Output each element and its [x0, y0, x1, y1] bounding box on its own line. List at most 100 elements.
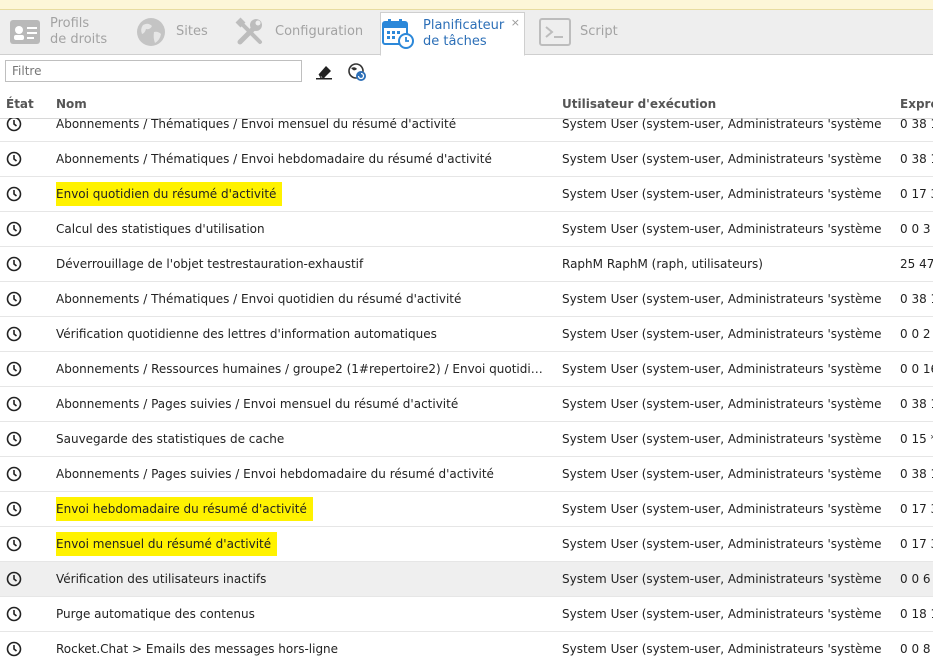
table-row[interactable]: Abonnements / Thématiques / Envoi quotid… — [0, 282, 933, 317]
clock-icon — [4, 247, 24, 281]
tab-script[interactable]: Script — [538, 10, 648, 54]
task-user: System User (system-user, Administrateur… — [562, 467, 882, 481]
table-row[interactable]: Abonnements / Pages suivies / Envoi mens… — [0, 387, 933, 422]
task-name: Calcul des statistiques d'utilisation — [56, 222, 265, 236]
clock-icon — [4, 177, 24, 211]
table-row[interactable]: Abonnements / Thématiques / Envoi mensue… — [0, 118, 933, 142]
task-expression: 0 0 2 * — [900, 327, 933, 341]
task-user: System User (system-user, Administrateur… — [562, 607, 882, 621]
task-expression: 0 38 1 — [900, 292, 933, 306]
task-user: System User (system-user, Administrateur… — [562, 222, 882, 236]
tab-label: Sites — [176, 24, 208, 39]
task-user: System User (system-user, Administrateur… — [562, 327, 882, 341]
task-expression: 0 38 1 — [900, 118, 933, 131]
table-row[interactable]: Envoi hebdomadaire du résumé d'activité S… — [0, 492, 933, 527]
clock-icon — [4, 142, 24, 176]
clock-icon — [4, 527, 24, 561]
tab-bar: Profils de droits Sites Configuration Pl… — [0, 10, 933, 56]
clock-icon — [4, 212, 24, 246]
task-name: Abonnements / Thématiques / Envoi quotid… — [56, 292, 462, 306]
clock-icon — [4, 492, 24, 526]
task-user: System User (system-user, Administrateur… — [562, 397, 882, 411]
task-expression: 0 0 8 * — [900, 642, 933, 656]
table-row[interactable]: Envoi quotidien du résumé d'activité Syst… — [0, 177, 933, 212]
table-row[interactable]: Abonnements / Ressources humaines / grou… — [0, 352, 933, 387]
clock-icon — [4, 317, 24, 351]
toolbar — [0, 55, 933, 91]
table-row[interactable]: Vérification des utilisateurs inactifs Sy… — [0, 562, 933, 597]
clock-icon — [4, 597, 24, 631]
table-row[interactable]: Abonnements / Pages suivies / Envoi hebd… — [0, 457, 933, 492]
table-row[interactable]: Purge automatique des contenus System Use… — [0, 597, 933, 632]
tab-label: Script — [580, 24, 618, 39]
task-name: Abonnements / Pages suivies / Envoi hebd… — [56, 467, 494, 481]
task-expression: 0 38 1 — [900, 467, 933, 481]
clock-icon — [4, 562, 24, 596]
task-name: Abonnements / Pages suivies / Envoi mens… — [56, 397, 459, 411]
task-expression: 0 0 6 1 — [900, 572, 933, 586]
task-expression: 0 18 1 — [900, 607, 933, 621]
tools-icon — [233, 16, 267, 48]
task-name: Vérification quotidienne des lettres d'i… — [56, 327, 437, 341]
task-name: Déverrouillage de l'objet testrestaurati… — [56, 257, 364, 271]
column-header-state[interactable]: État — [6, 97, 34, 111]
task-name: Vérification des utilisateurs inactifs — [56, 572, 267, 586]
id-card-icon — [8, 16, 42, 48]
table-row[interactable]: Calcul des statistiques d'utilisation Sys… — [0, 212, 933, 247]
task-user: System User (system-user, Administrateur… — [562, 502, 882, 516]
table-row[interactable]: Sauvegarde des statistiques de cache Syst… — [0, 422, 933, 457]
task-user: System User (system-user, Administrateur… — [562, 432, 882, 446]
tab-configuration[interactable]: Configuration — [233, 10, 373, 54]
table-row[interactable]: Abonnements / Thématiques / Envoi hebdom… — [0, 142, 933, 177]
task-expression: 0 0 16 — [900, 362, 933, 376]
task-expression: 0 38 1 — [900, 152, 933, 166]
task-name: Envoi mensuel du résumé d'activité — [56, 527, 544, 561]
task-name: Rocket.Chat > Emails des messages hors-l… — [56, 642, 339, 656]
column-header-name[interactable]: Nom — [56, 97, 87, 111]
table-row[interactable]: Déverrouillage de l'objet testrestaurati… — [0, 247, 933, 282]
task-name: Abonnements / Ressources humaines / grou… — [56, 362, 544, 376]
refresh-globe-icon[interactable] — [346, 61, 368, 83]
tab-label: Profils de droits — [50, 16, 108, 47]
task-user: System User (system-user, Administrateur… — [562, 572, 882, 586]
globe-icon — [134, 16, 168, 48]
task-name: Sauvegarde des statistiques de cache — [56, 432, 285, 446]
table-row[interactable]: Rocket.Chat > Emails des messages hors-l… — [0, 632, 933, 665]
task-user: System User (system-user, Administrateur… — [562, 537, 882, 551]
task-name: Purge automatique des contenus — [56, 607, 255, 621]
task-expression: 0 17 3 — [900, 502, 933, 516]
clock-icon — [4, 422, 24, 456]
clock-icon — [4, 387, 24, 421]
terminal-icon — [538, 16, 572, 48]
task-user: System User (system-user, Administrateur… — [562, 292, 882, 306]
task-user: System User (system-user, Administrateur… — [562, 642, 882, 656]
tab-label: Planificateur de tâches — [423, 18, 505, 49]
table-row[interactable]: Vérification quotidienne des lettres d'i… — [0, 317, 933, 352]
task-expression: 0 0 3 * — [900, 222, 933, 236]
task-expression: 0 17 3 — [900, 537, 933, 551]
top-notification-strip — [0, 0, 933, 10]
tab-planificateur[interactable]: Planificateur de tâches × — [380, 12, 525, 56]
table-header: État Nom Utilisateur d'exécution Expre — [0, 92, 933, 119]
task-expression: 0 17 3 — [900, 187, 933, 201]
tab-label: Configuration — [275, 24, 364, 39]
task-user: System User (system-user, Administrateur… — [562, 362, 882, 376]
close-icon[interactable]: × — [511, 16, 520, 29]
eraser-icon[interactable] — [313, 61, 335, 83]
task-user: System User (system-user, Administrateur… — [562, 152, 882, 166]
calendar-clock-icon — [381, 18, 415, 50]
task-name: Envoi hebdomadaire du résumé d'activité — [56, 492, 544, 526]
clock-icon — [4, 352, 24, 386]
task-user: System User (system-user, Administrateur… — [562, 118, 882, 131]
column-header-expression[interactable]: Expre — [900, 97, 933, 111]
task-name: Envoi quotidien du résumé d'activité — [56, 177, 544, 211]
filter-input[interactable] — [5, 60, 302, 82]
column-header-user[interactable]: Utilisateur d'exécution — [562, 97, 716, 111]
table-row[interactable]: Envoi mensuel du résumé d'activité System… — [0, 527, 933, 562]
task-user: System User (system-user, Administrateur… — [562, 187, 882, 201]
task-name: Abonnements / Thématiques / Envoi mensue… — [56, 118, 457, 131]
task-user: RaphM RaphM (raph, utilisateurs) — [562, 257, 763, 271]
task-expression: 0 38 1 — [900, 397, 933, 411]
tab-profils-de-droits[interactable]: Profils de droits — [8, 10, 128, 54]
task-expression: 25 47 — [900, 257, 933, 271]
